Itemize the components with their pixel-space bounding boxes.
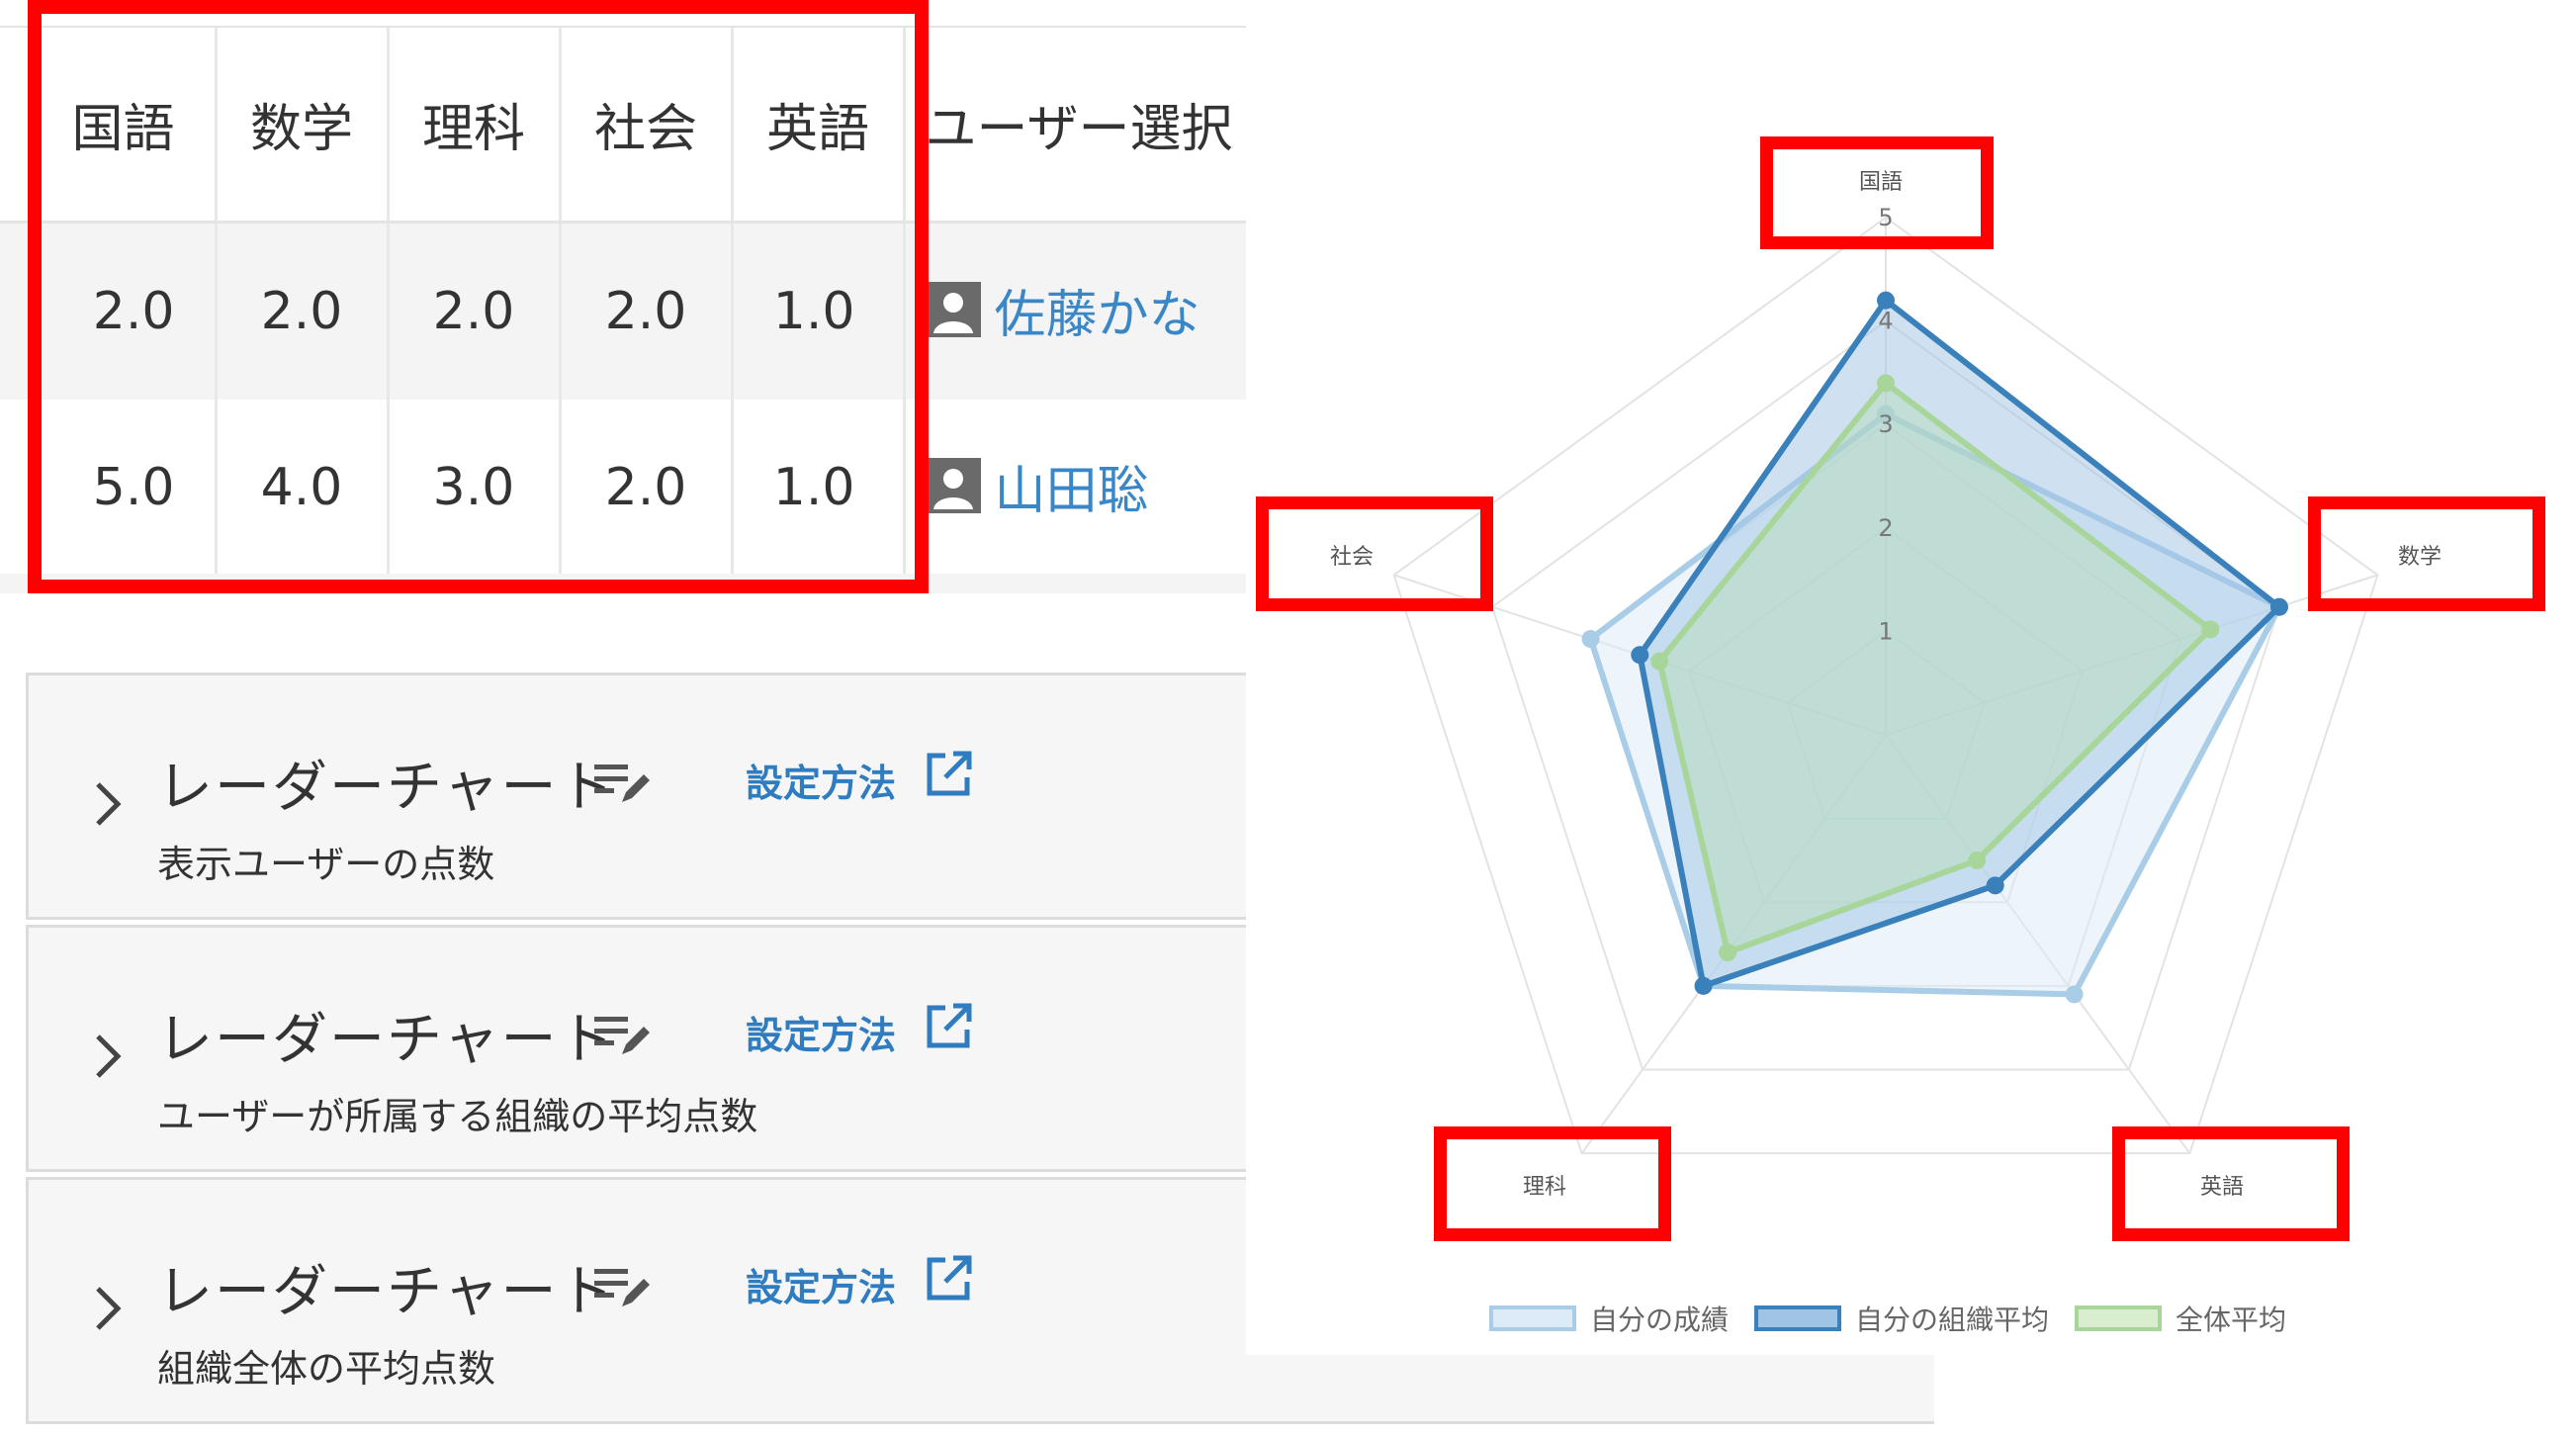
user-name: 山田聡 — [994, 461, 1149, 521]
external-link-icon[interactable] — [924, 1254, 973, 1304]
series-point — [2065, 985, 2084, 1004]
series-point — [1877, 374, 1895, 393]
chevron-right-icon[interactable] — [86, 1279, 130, 1338]
legend-label: 自分の組織平均 — [1855, 1304, 2050, 1336]
chevron-right-icon[interactable] — [86, 774, 130, 834]
legend-swatch — [2075, 1305, 2163, 1331]
legend-item[interactable]: 全体平均 — [2075, 1299, 2286, 1338]
axis-label-eigo: 英語 — [2200, 1175, 2245, 1200]
panel-description: ユーザーが所属する組織の平均点数 — [157, 1095, 758, 1138]
series-point — [2201, 620, 2220, 639]
series-point — [1986, 876, 2004, 895]
panel-description: 組織全体の平均点数 — [157, 1347, 496, 1391]
score-table: 国語 数学 理科 社会 英語 ユーザー選択 2.0 2.0 2.0 2.0 1.… — [0, 0, 1330, 603]
panel-title: レーダーチャート — [157, 1260, 616, 1324]
edit-icon[interactable] — [592, 1009, 654, 1060]
legend-item[interactable]: 自分の組織平均 — [1754, 1299, 2049, 1338]
legend-swatch — [1489, 1305, 1576, 1331]
user-name: 佐藤かな — [994, 285, 1200, 345]
edit-icon[interactable] — [592, 757, 654, 808]
legend-label: 全体平均 — [2176, 1304, 2287, 1336]
series-point — [1650, 652, 1669, 671]
axis-label-shakai: 社会 — [1330, 545, 1375, 570]
radar-chart: 12345 国語 数学 英語 理科 社会 自分の成績 自分の組織平均 全体平均 — [1246, 0, 2576, 1355]
panel-description: 表示ユーザーの点数 — [157, 843, 495, 886]
legend-swatch — [1754, 1305, 1842, 1331]
legend-label: 自分の成績 — [1590, 1304, 1730, 1336]
panel-title: レーダーチャート — [157, 1008, 616, 1072]
axis-label-sugaku: 数学 — [2398, 545, 2443, 570]
series-point — [1581, 630, 1600, 649]
external-link-icon[interactable] — [924, 1002, 973, 1051]
highlight-box-shakai — [1256, 496, 1493, 611]
tick-label: 4 — [1878, 308, 1893, 335]
user-link[interactable]: 山田聡 — [925, 449, 1149, 523]
series-point — [1719, 944, 1737, 962]
series-point — [1631, 646, 1649, 665]
tick-label: 3 — [1878, 410, 1893, 438]
axis-label-kokugo: 国語 — [1859, 170, 1904, 195]
settings-link[interactable]: 設定方法 — [746, 1005, 896, 1059]
user-link[interactable]: 佐藤かな — [925, 273, 1200, 347]
series-point — [1968, 851, 1987, 869]
settings-link[interactable]: 設定方法 — [746, 753, 896, 807]
series-point — [2269, 597, 2288, 616]
chevron-right-icon[interactable] — [86, 1027, 130, 1086]
highlight-box-table — [28, 0, 929, 593]
axis-label-rika: 理科 — [1523, 1175, 1567, 1200]
external-link-icon[interactable] — [924, 750, 973, 799]
chart-legend: 自分の成績 自分の組織平均 全体平均 — [1489, 1299, 2286, 1338]
user-icon — [925, 282, 981, 338]
tick-label: 2 — [1878, 514, 1893, 542]
legend-item[interactable]: 自分の成績 — [1489, 1299, 1729, 1338]
settings-link[interactable]: 設定方法 — [746, 1257, 896, 1311]
series-point — [1694, 976, 1713, 995]
edit-icon[interactable] — [592, 1261, 654, 1312]
tick-label: 1 — [1878, 617, 1893, 645]
user-icon — [925, 458, 981, 514]
panel-title: レーダーチャート — [157, 756, 616, 820]
